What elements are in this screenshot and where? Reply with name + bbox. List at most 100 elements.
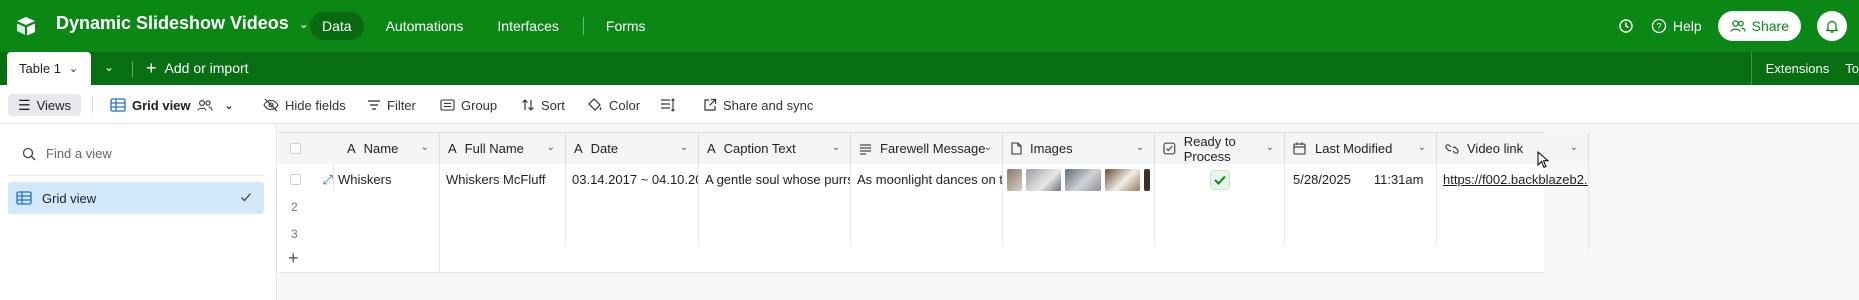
filter-icon	[368, 100, 380, 110]
add-import-label: Add or import	[164, 60, 249, 76]
sidebar-item-grid-view[interactable]: Grid view	[8, 182, 264, 214]
base-title[interactable]: Dynamic Slideshow Videos ⌄	[56, 13, 309, 34]
col-header-label: Full Name	[464, 141, 524, 156]
history-icon[interactable]	[1617, 17, 1635, 35]
group-label: Group	[461, 97, 498, 113]
checkmark-icon	[241, 193, 251, 202]
col-video-link[interactable]: Video link ⌄	[1437, 133, 1589, 164]
external-link-icon	[704, 98, 717, 111]
tabbar-right: Extensions To	[1750, 52, 1859, 85]
chevron-down-icon[interactable]: ⌄	[1266, 142, 1274, 153]
current-view-button[interactable]: Grid view ⌄	[110, 94, 234, 116]
top-nav: Data Automations Interfaces Forms	[310, 12, 668, 40]
row-checkbox[interactable]	[290, 174, 301, 185]
data-grid: A Name ⌄ A Full Name ⌄ A Date ⌄ A Captio…	[278, 124, 1859, 300]
video-link[interactable]: https://f002.backblazeb2.c...	[1443, 172, 1588, 187]
expand-record-icon[interactable]: ⤢	[323, 172, 333, 188]
hide-fields-label: Hide fields	[285, 97, 346, 113]
find-view-input[interactable]: Find a view	[22, 146, 112, 161]
airtable-logo-icon[interactable]	[14, 14, 38, 38]
grid-icon	[16, 191, 32, 205]
link-icon	[1445, 143, 1459, 154]
attachment-file-icon	[1011, 142, 1022, 155]
row-height-button[interactable]	[660, 94, 676, 116]
col-images[interactable]: Images ⌄	[1003, 133, 1155, 164]
toolbar-divider	[92, 95, 93, 113]
help-icon: ?	[1651, 18, 1666, 34]
view-name: Grid view	[132, 97, 191, 113]
view-toolbar: ☰ Views Grid view ⌄ Hide fields Filter G…	[0, 85, 1859, 124]
group-icon	[440, 99, 455, 111]
table-tab-bar: Table 1 ⌄ ⌄ + Add or import Extensions T…	[0, 52, 1859, 85]
image-thumbnail[interactable]	[1007, 168, 1022, 191]
sort-button[interactable]: Sort	[521, 94, 565, 116]
chevron-down-icon[interactable]: ⌄	[1418, 142, 1426, 153]
nav-forms[interactable]: Forms	[594, 12, 658, 40]
row-number: 3	[291, 226, 298, 241]
chevron-down-icon[interactable]: ⌄	[680, 142, 688, 153]
mouse-cursor-icon	[1537, 151, 1549, 169]
notifications-button[interactable]	[1817, 11, 1847, 41]
checked-checkbox[interactable]	[1209, 169, 1230, 190]
col-ready-to-process[interactable]: Ready to Process ⌄	[1155, 133, 1285, 164]
color-button[interactable]: Color	[587, 94, 640, 116]
image-thumbnail[interactable]	[1065, 168, 1101, 191]
tools-button[interactable]: To	[1845, 61, 1859, 76]
nav-interfaces[interactable]: Interfaces	[485, 12, 570, 40]
image-thumbnail[interactable]	[1025, 168, 1062, 191]
checkmark-icon	[1213, 175, 1226, 185]
sort-label: Sort	[541, 97, 565, 113]
help-label: Help	[1672, 18, 1702, 34]
nav-automations[interactable]: Automations	[374, 12, 476, 40]
last-modified-time: 11:31am	[1373, 172, 1424, 187]
extensions-button[interactable]: Extensions	[1766, 61, 1830, 76]
col-full-name[interactable]: A Full Name ⌄	[440, 133, 566, 164]
hide-fields-button[interactable]: Hide fields	[263, 94, 346, 116]
checkbox-field-icon	[1163, 142, 1176, 155]
help-button[interactable]: ? Help	[1651, 18, 1702, 34]
chevron-down-icon[interactable]: ⌄	[832, 142, 840, 153]
col-farewell-message[interactable]: Farewell Message ⌄	[851, 133, 1003, 164]
nav-data[interactable]: Data	[310, 12, 364, 40]
eye-slash-icon	[263, 98, 279, 112]
filter-button[interactable]: Filter	[367, 94, 416, 116]
search-icon	[22, 147, 36, 160]
add-record-row[interactable]: +	[278, 245, 1544, 273]
image-thumbnail[interactable]	[1104, 168, 1141, 191]
add-record-button[interactable]: +	[278, 245, 440, 272]
col-caption-text[interactable]: A Caption Text ⌄	[699, 133, 851, 164]
tabbar-divider	[1750, 52, 1752, 85]
svg-text:?: ?	[1656, 22, 1661, 32]
select-all-header[interactable]: A Name ⌄	[278, 133, 440, 164]
tab-table-1[interactable]: Table 1 ⌄	[7, 52, 91, 85]
chevron-down-icon: ⌄	[68, 63, 79, 75]
group-button[interactable]: Group	[440, 94, 497, 116]
col-header-name[interactable]: Name	[364, 141, 399, 156]
views-label: Views	[36, 97, 72, 113]
tab-divider	[132, 61, 133, 77]
share-button[interactable]: Share	[1717, 11, 1801, 41]
chevron-down-icon[interactable]: ⌄	[1136, 142, 1144, 153]
bell-icon	[1825, 20, 1839, 33]
chevron-down-icon: ⌄	[298, 16, 309, 31]
share-and-sync-button[interactable]: Share and sync	[703, 94, 813, 116]
chevron-down-icon[interactable]: ⌄	[547, 142, 555, 153]
chevron-down-icon[interactable]: ⌄	[984, 142, 992, 153]
image-thumbnail[interactable]	[1144, 168, 1150, 191]
all-tables-chevron-icon[interactable]: ⌄	[104, 60, 114, 74]
sidebar-item-label: Grid view	[42, 190, 97, 206]
col-last-modified[interactable]: Last Modified ⌄	[1285, 133, 1437, 164]
chevron-down-icon[interactable]: ⌄	[1570, 142, 1578, 153]
views-toggle-button[interactable]: ☰ Views	[8, 94, 82, 116]
chevron-down-icon[interactable]: ⌄	[421, 142, 429, 153]
add-or-import-button[interactable]: + Add or import	[146, 59, 249, 77]
select-all-checkbox[interactable]	[290, 143, 301, 154]
collaborators-icon	[196, 99, 213, 111]
last-modified-date: 5/28/2025	[1293, 172, 1351, 187]
col-date[interactable]: A Date ⌄	[566, 133, 699, 164]
chevron-down-icon: ⌄	[224, 99, 234, 112]
tab-label: Table 1	[19, 61, 61, 76]
col-header-label: Farewell Message	[880, 141, 986, 156]
row-number: 2	[291, 199, 298, 214]
users-icon	[1729, 20, 1746, 32]
